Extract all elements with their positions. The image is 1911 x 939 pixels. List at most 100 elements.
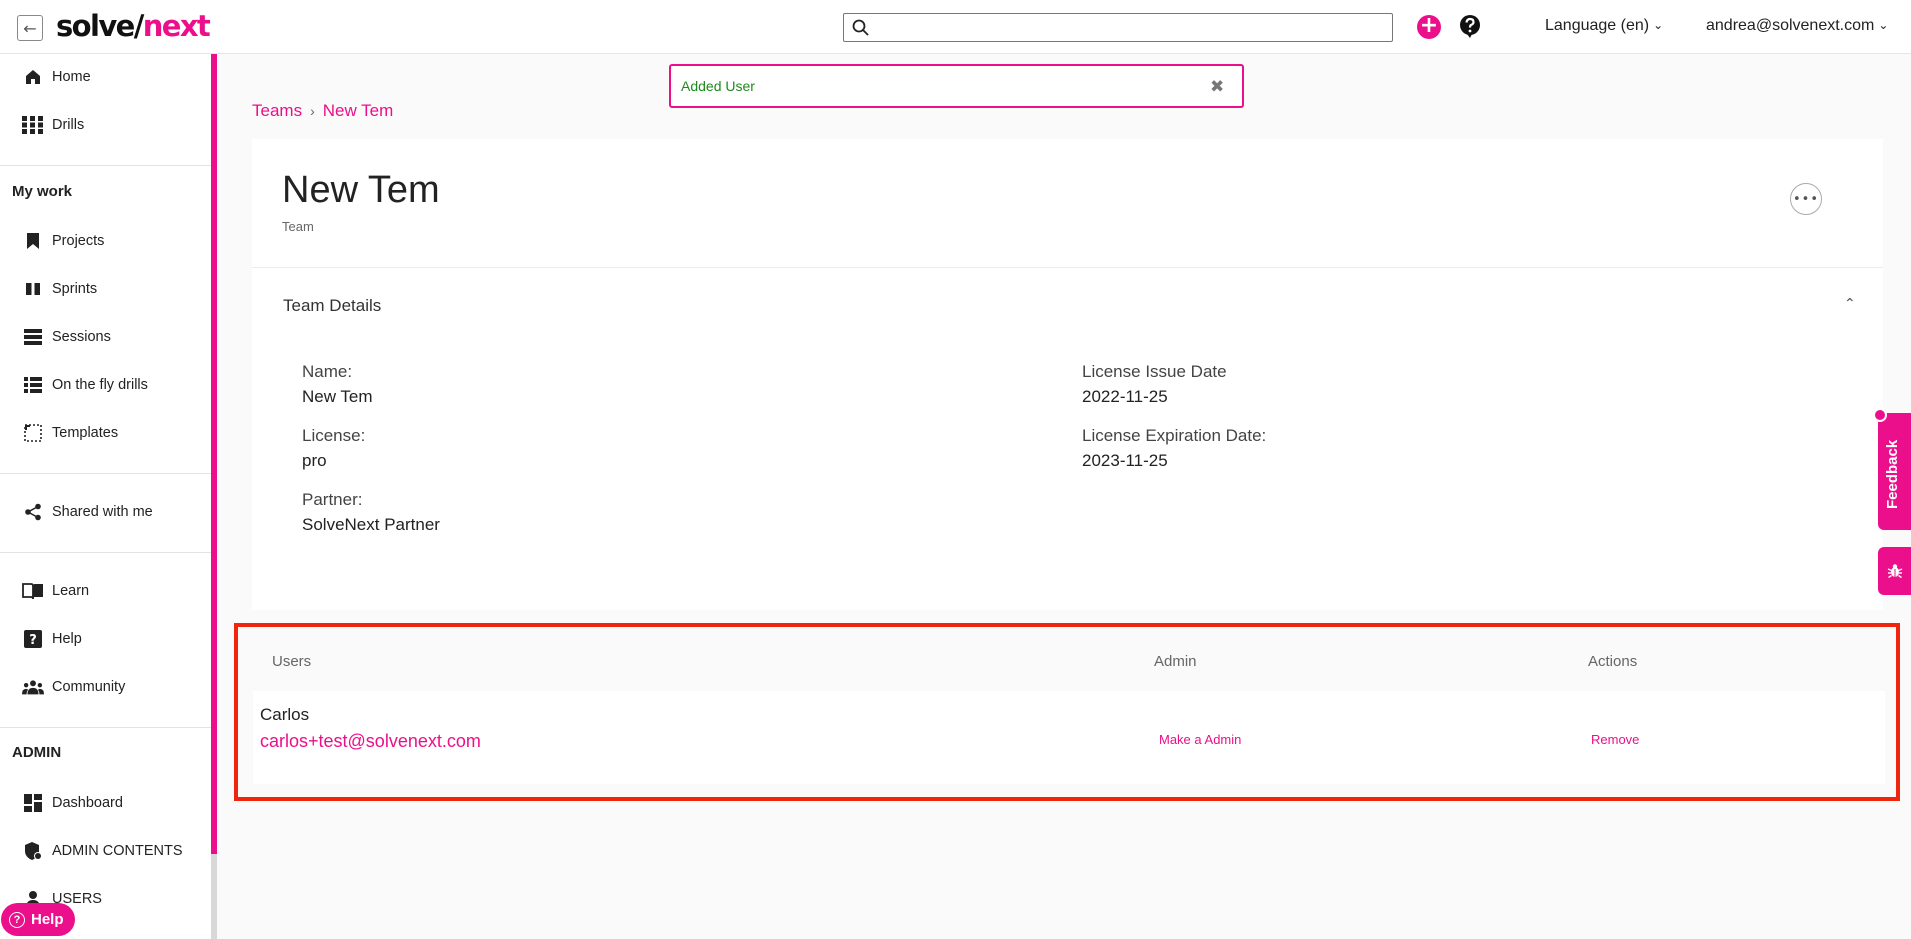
sidebar-item-label: Shared with me xyxy=(52,504,153,520)
chevron-right-icon: › xyxy=(310,103,315,119)
toast-message: Added User xyxy=(681,78,755,94)
partner-value: SolveNext Partner xyxy=(302,515,440,534)
help-pill-label: Help xyxy=(31,911,64,928)
team-details-heading[interactable]: Team Details xyxy=(283,296,381,316)
sidebar-item-projects[interactable]: Projects xyxy=(22,229,104,253)
sidebar-item-label: On the fly drills xyxy=(52,377,148,393)
templates-icon xyxy=(22,422,44,444)
close-icon[interactable]: ✖ xyxy=(1210,77,1224,97)
logo-text-next: next xyxy=(142,9,211,43)
feedback-label: Feedback xyxy=(1884,439,1901,509)
sidebar-item-drills[interactable]: Drills xyxy=(22,113,84,137)
sidebar-item-dashboard[interactable]: Dashboard xyxy=(22,791,123,815)
search-icon xyxy=(852,19,869,36)
team-header-card: New Tem Team ••• xyxy=(252,139,1883,268)
success-toast: Added User ✖ xyxy=(669,64,1244,108)
user-menu[interactable]: andrea@solvenext.com ⌄ xyxy=(1706,17,1888,35)
back-arrow-icon[interactable]: ← xyxy=(17,15,43,41)
admin-column-header: Admin xyxy=(1154,653,1197,670)
sidebar: Home Drills My work Projects Sprints Ses… xyxy=(0,54,211,939)
list-icon xyxy=(22,374,44,396)
question-help-icon[interactable] xyxy=(1458,14,1482,38)
feedback-tab[interactable]: Feedback xyxy=(1878,413,1911,530)
shield-icon xyxy=(22,840,44,862)
top-bar: ← solve/next + Language (en) ⌄ andrea@sol… xyxy=(0,0,1911,54)
share-icon xyxy=(22,501,44,523)
license-issue-date-label: License Issue Date xyxy=(1082,362,1227,381)
license-expiration-date-value: 2023-11-25 xyxy=(1082,451,1168,470)
name-value: New Tem xyxy=(302,387,373,406)
sidebar-item-label: Sprints xyxy=(52,281,98,297)
bug-report-icon[interactable] xyxy=(1878,547,1911,595)
sidebar-scroll-track[interactable] xyxy=(211,54,217,854)
bookmark-icon xyxy=(22,230,44,252)
breadcrumb-current: New Tem xyxy=(322,101,394,120)
sidebar-item-label: Home xyxy=(52,69,91,85)
dashboard-icon xyxy=(22,792,44,814)
language-selector[interactable]: Language (en) ⌄ xyxy=(1545,17,1663,35)
chevron-down-icon: ⌄ xyxy=(1878,18,1889,32)
search-box[interactable] xyxy=(843,13,1393,42)
license-label: License: xyxy=(302,426,366,445)
user-email-link[interactable]: carlos+test@solvenext.com xyxy=(260,731,481,752)
home-icon xyxy=(22,66,44,88)
sidebar-item-label: Templates xyxy=(52,425,119,441)
partner-label: Partner: xyxy=(302,490,363,509)
my-work-heading: My work xyxy=(12,183,73,200)
user-email: andrea@solvenext.com xyxy=(1706,17,1875,34)
sidebar-item-label: Learn xyxy=(52,583,90,599)
logo-text-solve: solve/ xyxy=(56,9,144,43)
make-admin-button[interactable]: Make a Admin xyxy=(1159,732,1241,747)
name-label: Name: xyxy=(302,362,353,381)
sidebar-item-shared-with-me[interactable]: Shared with me xyxy=(22,500,153,524)
sidebar-scroll-thumb[interactable] xyxy=(211,854,217,939)
community-icon xyxy=(22,676,44,698)
book-icon xyxy=(22,580,44,602)
sidebar-item-label: Projects xyxy=(52,233,105,249)
page-subtitle: Team xyxy=(282,219,314,234)
license-expiration-date-label: License Expiration Date: xyxy=(1082,426,1267,445)
sidebar-item-templates[interactable]: Templates xyxy=(22,421,118,445)
divider xyxy=(0,473,211,474)
sidebar-item-community[interactable]: Community xyxy=(22,675,125,699)
help-icon: ? xyxy=(22,628,44,650)
notification-dot-icon xyxy=(1873,408,1887,422)
table-row: Carlos carlos+test@solvenext.com Make a … xyxy=(253,691,1885,784)
language-label: Language (en) xyxy=(1545,17,1650,34)
license-value: pro xyxy=(302,451,327,470)
breadcrumb: Teams › New Tem xyxy=(252,101,393,121)
sidebar-item-on-the-fly-drills[interactable]: On the fly drills xyxy=(22,373,148,397)
remove-user-button[interactable]: Remove xyxy=(1591,732,1639,747)
question-circle-icon: ? xyxy=(9,911,25,928)
chevron-up-icon[interactable]: ⌃ xyxy=(1844,296,1856,312)
sidebar-item-label: Sessions xyxy=(52,329,111,345)
breadcrumb-teams-link[interactable]: Teams xyxy=(252,101,302,120)
sidebar-item-help[interactable]: ? Help xyxy=(22,627,82,651)
divider xyxy=(0,165,211,166)
sidebar-item-home[interactable]: Home xyxy=(22,65,91,89)
sidebar-item-sprints[interactable]: Sprints xyxy=(22,277,97,301)
search-input[interactable] xyxy=(878,17,1383,39)
divider xyxy=(0,727,211,728)
sidebar-item-label: ADMIN CONTENTS xyxy=(52,843,183,859)
user-name: Carlos xyxy=(260,705,310,724)
actions-column-header: Actions xyxy=(1588,653,1638,670)
sessions-icon xyxy=(22,326,44,348)
add-plus-icon[interactable]: + xyxy=(1417,15,1441,39)
help-pill-button[interactable]: ? Help xyxy=(1,903,75,936)
divider xyxy=(0,552,211,553)
sidebar-item-admin-contents[interactable]: ADMIN CONTENTS xyxy=(22,839,183,863)
grid-icon xyxy=(22,114,44,136)
users-column-header: Users xyxy=(272,653,312,670)
sidebar-item-label: Dashboard xyxy=(52,795,123,811)
page-title: New Tem xyxy=(282,169,440,211)
sidebar-item-sessions[interactable]: Sessions xyxy=(22,325,111,349)
sidebar-item-learn[interactable]: Learn xyxy=(22,579,89,603)
more-options-icon[interactable]: ••• xyxy=(1790,183,1822,215)
solvenext-logo[interactable]: solve/next xyxy=(56,9,211,43)
sidebar-item-label: Community xyxy=(52,679,126,695)
team-details-panel: Team Details ⌃ Name: New Tem License: pr… xyxy=(252,268,1883,610)
license-issue-date-value: 2022-11-25 xyxy=(1082,387,1168,406)
svg-text:?: ? xyxy=(29,633,37,648)
users-table: Users Admin Actions Carlos carlos+test@s… xyxy=(234,623,1900,801)
